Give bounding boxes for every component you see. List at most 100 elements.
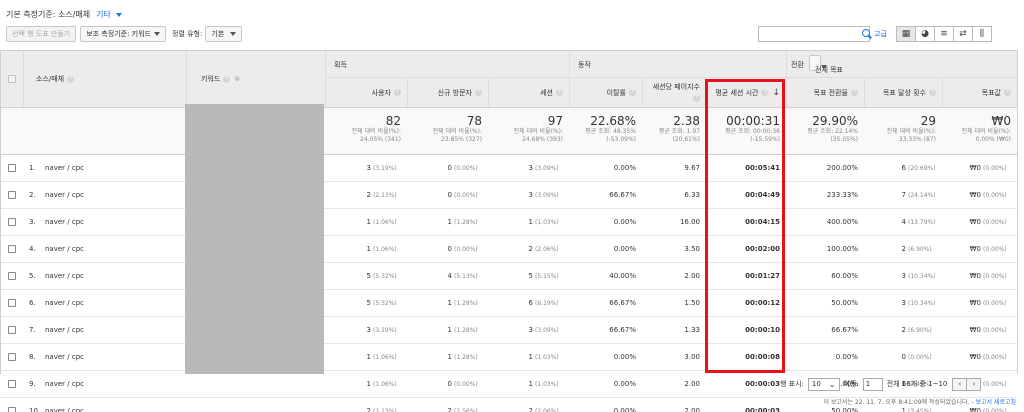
row-checkbox[interactable] xyxy=(8,272,16,280)
help-icon[interactable]: ? xyxy=(223,75,231,83)
table-row[interactable]: 1. naver / cpc 3 (3.19%) 0 (0.00%) 3 (3.09%) 0.0… xyxy=(1,155,1017,182)
users-cell: 1 (1.06%) xyxy=(325,371,407,397)
source-medium-cell: 6. naver / cpc xyxy=(23,290,186,316)
source-medium-link[interactable]: naver / cpc xyxy=(45,191,84,199)
table-row[interactable]: 7. naver / cpc 3 (3.19%) 1 (1.28%) 3 (3.09%) 66.… xyxy=(1,317,1017,344)
header-goal-conversion-rate[interactable]: 목표 전환율? xyxy=(786,78,864,108)
row-checkbox[interactable] xyxy=(8,245,16,253)
sessions-value: 2 xyxy=(528,407,533,412)
source-medium-link[interactable]: naver / cpc xyxy=(45,245,84,253)
users-value: 1 xyxy=(366,218,371,226)
advanced-filter-link[interactable]: 고급 xyxy=(874,29,887,39)
pages-per-session-cell: 1.50 xyxy=(642,290,706,316)
table-row[interactable]: 3. naver / cpc 1 (1.06%) 1 (1.28%) 1 (1.03%) 0.0… xyxy=(1,209,1017,236)
goal-conversion-rate-cell: 233.33% xyxy=(786,182,864,208)
other-dimension-link[interactable]: 기타 xyxy=(96,9,123,20)
source-medium-link[interactable]: naver / cpc xyxy=(45,218,84,226)
grid-view-icon[interactable]: ▦ xyxy=(896,26,916,42)
table-row[interactable]: 8. naver / cpc 1 (1.06%) 1 (1.28%) 1 (1.03%) 0.0… xyxy=(1,344,1017,371)
table-row[interactable]: 6. naver / cpc 5 (5.32%) 1 (1.28%) 6 (6.19%) 66.… xyxy=(1,290,1017,317)
row-checkbox[interactable] xyxy=(8,299,16,307)
header-users[interactable]: 사용자? xyxy=(325,78,407,108)
sessions-cell: 2 (2.06%) xyxy=(488,236,569,262)
help-icon[interactable]: ? xyxy=(394,89,401,96)
header-source-medium[interactable]: 소스/매체? xyxy=(23,51,186,108)
source-medium-link[interactable]: naver / cpc xyxy=(45,407,84,412)
chevron-down-icon xyxy=(230,32,237,36)
refresh-report-link[interactable]: 보고서 새로고침 xyxy=(975,399,1016,406)
goal-completions-value: 0 xyxy=(901,353,906,361)
search-icon[interactable] xyxy=(860,27,874,41)
header-goal-completions[interactable]: 목표 달성 횟수? xyxy=(864,78,942,108)
row-checkbox[interactable] xyxy=(8,326,16,334)
bounce-rate-value: 66.67% xyxy=(609,326,636,334)
goto-page-input[interactable]: 1 xyxy=(862,377,883,391)
table-row[interactable]: 4. naver / cpc 1 (1.06%) 0 (0.00%) 2 (2.06%) 0.0… xyxy=(1,236,1017,263)
row-checkbox[interactable] xyxy=(8,353,16,361)
rows-per-page-select[interactable]: 10 ⌄ xyxy=(807,377,840,391)
goal-value-cell: ₩0(0.00%) xyxy=(942,236,1017,262)
row-checkbox[interactable] xyxy=(8,191,16,199)
users-value: 5 xyxy=(366,299,371,307)
help-icon[interactable]: ? xyxy=(693,95,700,102)
goal-value-value: ₩0 xyxy=(969,326,981,334)
help-icon[interactable]: ? xyxy=(475,89,482,96)
help-icon[interactable]: ? xyxy=(629,89,636,96)
rows-label: 행 표시: xyxy=(780,380,804,388)
row-number: 2. xyxy=(29,191,36,199)
plot-rows-button[interactable]: 선택 행 도표 만들기 xyxy=(6,26,77,42)
header-pages-per-session[interactable]: 세션당 페이지수? xyxy=(642,78,706,108)
goto-label: 이동: xyxy=(843,380,859,388)
header-keyword[interactable]: 키워드? ⊗ xyxy=(186,51,325,108)
source-medium-link[interactable]: naver / cpc xyxy=(45,380,84,388)
table-row[interactable]: 2. naver / cpc 2 (2.13%) 0 (0.00%) 3 (3.09%) 66.… xyxy=(1,182,1017,209)
source-medium-link[interactable]: naver / cpc xyxy=(45,164,84,172)
pie-view-icon[interactable]: ◕ xyxy=(915,26,935,42)
next-page-button[interactable]: › xyxy=(966,377,982,391)
chevron-down-icon xyxy=(153,32,160,36)
goal-completions-percent: (3.45%) xyxy=(908,407,932,412)
help-icon[interactable]: ? xyxy=(67,75,75,83)
header-sessions[interactable]: 세션? xyxy=(488,78,569,108)
source-medium-link[interactable]: naver / cpc xyxy=(45,299,84,307)
total-value: 78 xyxy=(466,114,482,128)
help-icon[interactable]: ? xyxy=(929,89,936,96)
pivot-view-icon[interactable]: ⫼ xyxy=(972,26,992,42)
help-icon[interactable]: ? xyxy=(1004,89,1011,96)
table-row[interactable]: 5. naver / cpc 5 (5.32%) 4 (5.13%) 5 (5.15%) 40.… xyxy=(1,263,1017,290)
row-checkbox-cell xyxy=(1,344,23,370)
sessions-cell: 3 (3.09%) xyxy=(488,155,569,181)
row-checkbox[interactable] xyxy=(8,380,16,388)
sort-type-dropdown[interactable]: 기본 xyxy=(205,26,243,42)
secondary-dimension-label: 보조 측정기준: 키워드 xyxy=(86,30,151,38)
header-bounce-rate[interactable]: 이탈률? xyxy=(569,78,642,108)
source-medium-link[interactable]: naver / cpc xyxy=(45,353,84,361)
secondary-dimension-dropdown[interactable]: 보조 측정기준: 키워드 xyxy=(80,26,166,42)
row-checkbox[interactable] xyxy=(8,218,16,226)
goal-select-dropdown[interactable]: 전체 목표 xyxy=(809,55,843,74)
goal-conversion-rate-value: 233.33% xyxy=(826,191,858,199)
other-link-label[interactable]: 기타 xyxy=(96,10,111,19)
bounce-rate-cell: 66.67% xyxy=(569,182,642,208)
row-checkbox[interactable] xyxy=(8,164,16,172)
avg-session-duration-value: 00:00:03 xyxy=(745,407,780,412)
header-goal-value[interactable]: 목표값? xyxy=(942,78,1017,108)
goal-completions-percent: (24.14%) xyxy=(908,191,936,199)
search-input[interactable] xyxy=(758,26,870,42)
bounce-rate-cell: 0.00% xyxy=(569,344,642,370)
compare-view-icon[interactable]: ⇄ xyxy=(953,26,973,42)
source-medium-link[interactable]: naver / cpc xyxy=(45,272,84,280)
help-icon[interactable]: ? xyxy=(851,89,858,96)
goal-completions-header-label: 목표 달성 횟수 xyxy=(882,88,926,97)
row-checkbox[interactable] xyxy=(8,407,16,412)
header-new-visitors[interactable]: 신규 방문자? xyxy=(407,78,488,108)
help-icon[interactable]: ? xyxy=(556,89,563,96)
select-all-checkbox[interactable] xyxy=(8,75,16,83)
performance-view-icon[interactable]: ≡ xyxy=(934,26,954,42)
source-medium-link[interactable]: naver / cpc xyxy=(45,326,84,334)
group-behavior-label: 동작 xyxy=(578,61,591,69)
prev-page-button[interactable]: ‹ xyxy=(952,377,968,391)
remove-dimension-icon[interactable]: ⊗ xyxy=(234,75,240,83)
goal-conversion-rate-value: 50.00% xyxy=(831,407,858,412)
avg-session-duration-cell: 00:00:03 xyxy=(706,398,786,412)
